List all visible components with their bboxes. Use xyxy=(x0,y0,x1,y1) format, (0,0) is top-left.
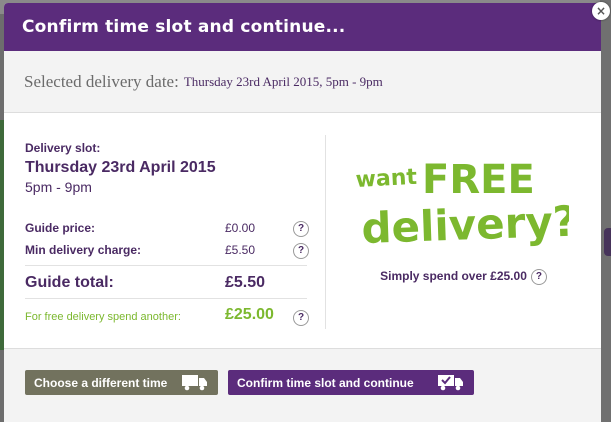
choose-different-time-label: Choose a different time xyxy=(34,375,168,390)
free-delivery-spend-row: For free delivery spend another: £25.00 … xyxy=(25,303,325,329)
confirm-slot-button[interactable]: Confirm time slot and continue xyxy=(228,370,474,395)
confirm-slot-label: Confirm time slot and continue xyxy=(237,375,414,390)
modal-footer: Choose a different time Confirm time slo… xyxy=(4,348,601,422)
help-icon[interactable]: ? xyxy=(293,221,309,237)
delivery-slot-date: Thursday 23rd April 2015 xyxy=(25,159,216,176)
backdrop-side-tab xyxy=(604,228,611,256)
modal-title: Confirm time slot and continue... xyxy=(22,17,346,37)
selected-date-label: Selected delivery date: xyxy=(24,71,179,91)
choose-different-time-button[interactable]: Choose a different time xyxy=(25,370,218,395)
delivery-slot-label: Delivery slot: xyxy=(25,141,101,155)
guide-price-row: Guide price: £0.00 ? xyxy=(25,219,325,239)
guide-total-label: Guide total: xyxy=(25,274,114,291)
promo-spend-text: Simply spend over £25.00? xyxy=(326,269,601,285)
help-icon[interactable]: ? xyxy=(293,243,309,259)
backdrop-right-panel xyxy=(600,0,611,422)
slot-summary: Delivery slot: Thursday 23rd April 2015 … xyxy=(25,135,325,326)
promo-spend-label: Simply spend over £25.00 xyxy=(380,269,527,284)
free-delivery-promo: want FREE delivery? Simply spend over £2… xyxy=(326,135,601,329)
help-icon[interactable]: ? xyxy=(293,310,309,326)
close-icon[interactable]: × xyxy=(592,2,610,20)
confirm-slot-modal: Confirm time slot and continue... Select… xyxy=(4,3,601,422)
guide-price-label: Guide price: xyxy=(25,221,96,235)
promo-word-free: FREE xyxy=(422,157,535,203)
truck-check-icon xyxy=(438,375,463,391)
guide-price-value: £0.00 xyxy=(225,221,256,235)
guide-total-value: £5.50 xyxy=(225,274,266,291)
promo-word-want: want xyxy=(355,165,418,193)
min-charge-label: Min delivery charge: xyxy=(25,243,142,257)
want-free-delivery-graphic: want FREE delivery? xyxy=(355,157,569,253)
modal-header: Confirm time slot and continue... xyxy=(4,3,601,51)
min-charge-value: £5.50 xyxy=(225,243,256,257)
truck-icon xyxy=(182,375,207,391)
free-spend-label: For free delivery spend another: xyxy=(25,311,181,323)
promo-word-delivery: delivery? xyxy=(361,196,569,252)
min-charge-row: Min delivery charge: £5.50 ? xyxy=(25,241,325,261)
selected-date-bar: Selected delivery date: Thursday 23rd Ap… xyxy=(4,51,601,113)
slot-details: Delivery slot: Thursday 23rd April 2015 … xyxy=(4,135,601,335)
help-icon[interactable]: ? xyxy=(530,269,547,285)
free-spend-value: £25.00 xyxy=(225,306,274,323)
guide-total-row: Guide total: £5.50 xyxy=(25,265,307,299)
delivery-slot-time: 5pm - 9pm xyxy=(25,179,92,195)
selected-date-value: Thursday 23rd April 2015, 5pm - 9pm xyxy=(183,73,383,89)
